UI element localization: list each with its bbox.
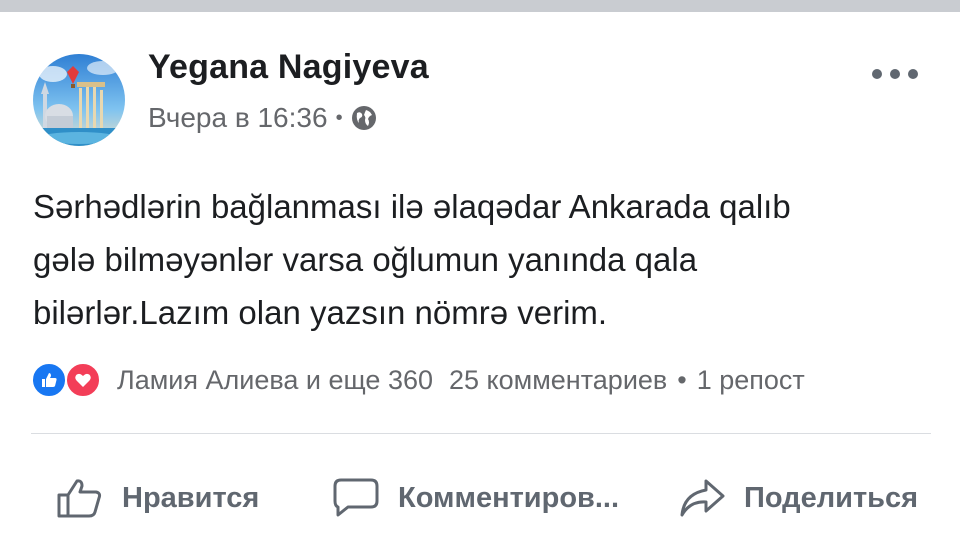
reactions-separator: • — [677, 364, 687, 395]
shares-count[interactable]: 1 репост — [697, 365, 805, 396]
more-dots-icon[interactable] — [872, 64, 918, 84]
facebook-post: Yegana Nagiyeva Вчера в 16:36 • Sərhədlə… — [0, 12, 960, 535]
post-meta: Вчера в 16:36 • — [148, 102, 377, 134]
share-arrow-icon — [680, 479, 725, 517]
like-label: Нравится — [122, 481, 260, 514]
avatar-image — [33, 54, 125, 146]
comment-label: Комментиров... — [398, 481, 620, 514]
meta-separator: • — [335, 106, 343, 129]
thumbs-up-icon — [57, 479, 102, 518]
like-reaction-icon — [31, 362, 67, 398]
avatar[interactable] — [33, 54, 125, 146]
post-timestamp[interactable]: Вчера в 16:36 — [148, 102, 328, 134]
feed-separator-bar — [0, 0, 960, 12]
reaction-names[interactable]: Ламия Алиева и еще 360 — [117, 365, 433, 396]
share-label: Поделиться — [744, 481, 919, 514]
post-author-name[interactable]: Yegana Nagiyeva — [148, 48, 429, 87]
post-text-line: bilərlər.Lazım olan yazsın nömrə verim. — [33, 294, 608, 331]
divider — [31, 433, 931, 434]
share-button[interactable]: Поделиться — [678, 468, 918, 528]
reaction-icons[interactable] — [31, 360, 109, 400]
comments-count[interactable]: 25 комментариев — [449, 365, 667, 396]
comment-bubble-icon — [333, 478, 379, 517]
comment-button[interactable]: Комментиров... — [332, 468, 619, 528]
post-text-line: gələ bilməyənlər varsa oğlumun yanında q… — [33, 241, 698, 278]
globe-icon[interactable] — [351, 105, 377, 131]
love-reaction-icon — [65, 362, 101, 398]
post-text: Sərhədlərin bağlanması ilə əlaqədar Anka… — [33, 180, 933, 339]
reactions-summary[interactable]: Ламия Алиева и еще 360 25 комментариев •… — [31, 362, 805, 398]
post-text-line: Sərhədlərin bağlanması ilə əlaqədar Anka… — [33, 188, 791, 225]
post-actions: Нравится Комментиров... Поделиться — [0, 460, 960, 535]
like-button[interactable]: Нравится — [56, 468, 259, 528]
